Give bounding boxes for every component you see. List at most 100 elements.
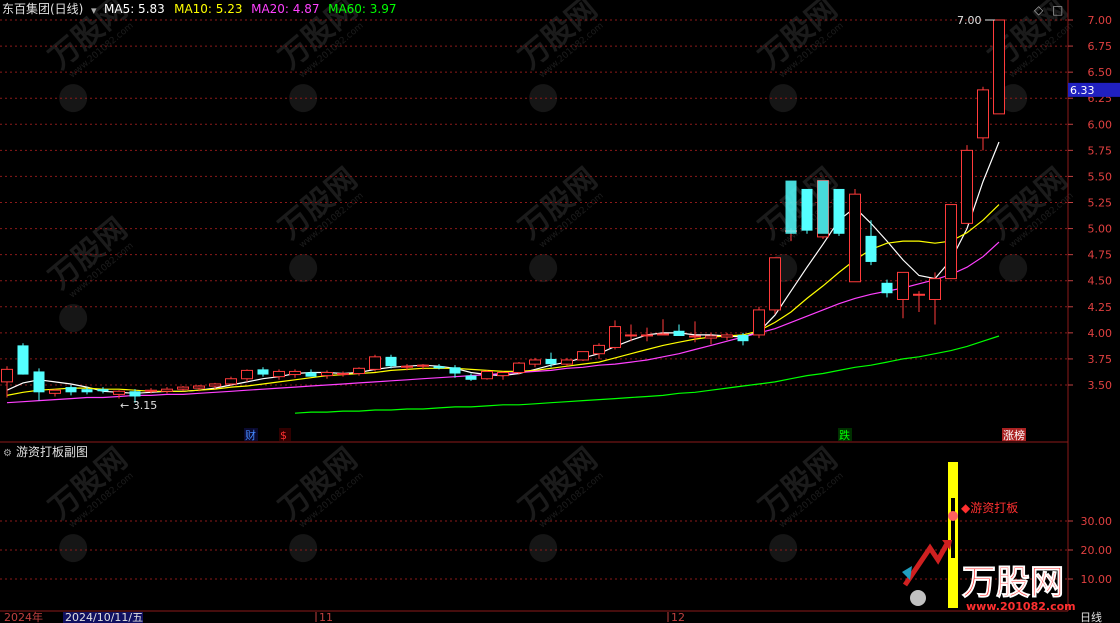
candle-body — [513, 362, 525, 373]
candle[interactable] — [881, 279, 893, 298]
candle-body — [705, 335, 717, 339]
y-tick-label: 6.50 — [1088, 66, 1113, 79]
watermark: 万股网www.201082.com — [273, 161, 366, 283]
candle-body — [497, 371, 509, 377]
y-tick-label: 4.00 — [1088, 327, 1113, 340]
candle[interactable] — [1, 366, 13, 398]
ma-line-ma60 — [294, 335, 1000, 414]
candle-body — [641, 334, 653, 337]
candle-body — [753, 309, 765, 336]
watermark-icon — [59, 534, 88, 563]
candle-body — [449, 367, 461, 374]
event-tag-label[interactable]: 财 — [245, 428, 256, 442]
candle[interactable] — [289, 369, 301, 378]
restore-icon[interactable]: □ — [1052, 3, 1063, 17]
candle[interactable] — [993, 19, 1005, 115]
watermark-icon — [289, 534, 318, 563]
candle-body — [193, 385, 205, 389]
candle[interactable] — [929, 272, 941, 325]
highlight-candle — [817, 180, 829, 234]
candle[interactable] — [385, 354, 397, 369]
signal-label: ◆游资打板 — [961, 501, 1018, 515]
candle[interactable] — [497, 371, 509, 380]
y-tick-label: 7.00 — [1088, 14, 1113, 27]
candle[interactable] — [241, 369, 253, 382]
y-tick-label: 5.50 — [1088, 170, 1113, 183]
candle[interactable] — [97, 387, 109, 394]
event-tag-label[interactable]: 跌 — [839, 428, 850, 442]
candle-body — [209, 383, 221, 387]
candle[interactable] — [273, 369, 285, 380]
stock-chart[interactable]: 万股网www.201082.com 万股网www.201082.com 万股网www… — [0, 0, 1120, 623]
candle[interactable] — [849, 188, 861, 283]
candle[interactable] — [337, 371, 349, 377]
candle-body — [481, 370, 493, 380]
candle[interactable] — [577, 351, 589, 362]
candle[interactable] — [913, 291, 925, 312]
candle-body — [401, 365, 413, 368]
signal-marker-icon — [948, 511, 958, 521]
period-label[interactable]: 日线 — [1080, 610, 1102, 623]
watermark: 万股网www.201082.com — [273, 0, 366, 113]
candle[interactable] — [753, 306, 765, 339]
candle[interactable] — [545, 352, 557, 368]
sub-y-tick-label: 10.00 — [1081, 573, 1113, 586]
candle[interactable] — [305, 369, 317, 377]
candle-body — [881, 282, 893, 294]
candle-body — [577, 351, 589, 361]
candle[interactable] — [449, 365, 461, 378]
candle[interactable] — [17, 343, 29, 375]
candle[interactable] — [257, 367, 269, 377]
candle[interactable] — [321, 370, 333, 379]
candle-body — [369, 356, 381, 370]
candle[interactable] — [721, 332, 733, 341]
ma-legend-item: MA20: 4.87 — [251, 2, 319, 16]
ma-legend-item: MA5: 5.83 — [104, 2, 165, 16]
event-tag-label[interactable]: $ — [280, 429, 287, 442]
candle[interactable] — [801, 188, 813, 234]
candle[interactable] — [769, 257, 781, 315]
candle-body — [17, 345, 29, 375]
candle-body — [65, 387, 77, 393]
candlesticks[interactable] — [1, 19, 1005, 403]
sub-y-tick-label: 30.00 — [1081, 515, 1113, 528]
candle[interactable] — [513, 362, 525, 375]
candle-body — [865, 235, 877, 262]
event-tag-label[interactable]: 涨榜 — [1003, 428, 1025, 442]
candle[interactable] — [609, 320, 621, 350]
candle[interactable] — [673, 324, 685, 336]
candle-body — [529, 359, 541, 365]
candle[interactable] — [977, 86, 989, 151]
candle-body — [353, 367, 365, 375]
event-tags[interactable]: 财 $ 跌 涨榜 — [244, 428, 1026, 442]
chart-title: 东百集团(日线) — [2, 1, 83, 16]
candle-body — [177, 386, 189, 390]
sub-y-tick-label: 20.00 — [1081, 544, 1113, 557]
candle[interactable] — [833, 188, 845, 236]
candle[interactable] — [369, 354, 381, 372]
candle[interactable] — [897, 271, 909, 319]
candle[interactable] — [945, 204, 957, 280]
candle[interactable] — [593, 343, 605, 359]
diamond-icon[interactable]: ◇ — [1034, 3, 1044, 17]
candle-body — [849, 193, 861, 283]
candle[interactable] — [961, 145, 973, 224]
candle-body — [289, 370, 301, 376]
candle-body — [689, 335, 701, 338]
highlight-candle — [785, 180, 797, 234]
candle[interactable] — [161, 387, 173, 394]
month-tick-nov: 11 — [319, 611, 333, 623]
ma-legend-item: MA10: 5.23 — [174, 2, 242, 16]
candle-body — [33, 371, 45, 393]
candle[interactable] — [481, 370, 493, 380]
candle-body — [161, 388, 173, 392]
low-label: ← 3.15 — [120, 399, 157, 412]
candle[interactable] — [465, 373, 477, 381]
candle[interactable] — [49, 389, 61, 397]
candle-body — [769, 257, 781, 311]
candle[interactable] — [33, 368, 45, 401]
candle[interactable] — [65, 385, 77, 396]
candle-body — [977, 89, 989, 139]
settings-icon[interactable]: ⚙ — [3, 448, 12, 459]
date-label[interactable]: 2024/10/11/五 — [65, 611, 143, 623]
